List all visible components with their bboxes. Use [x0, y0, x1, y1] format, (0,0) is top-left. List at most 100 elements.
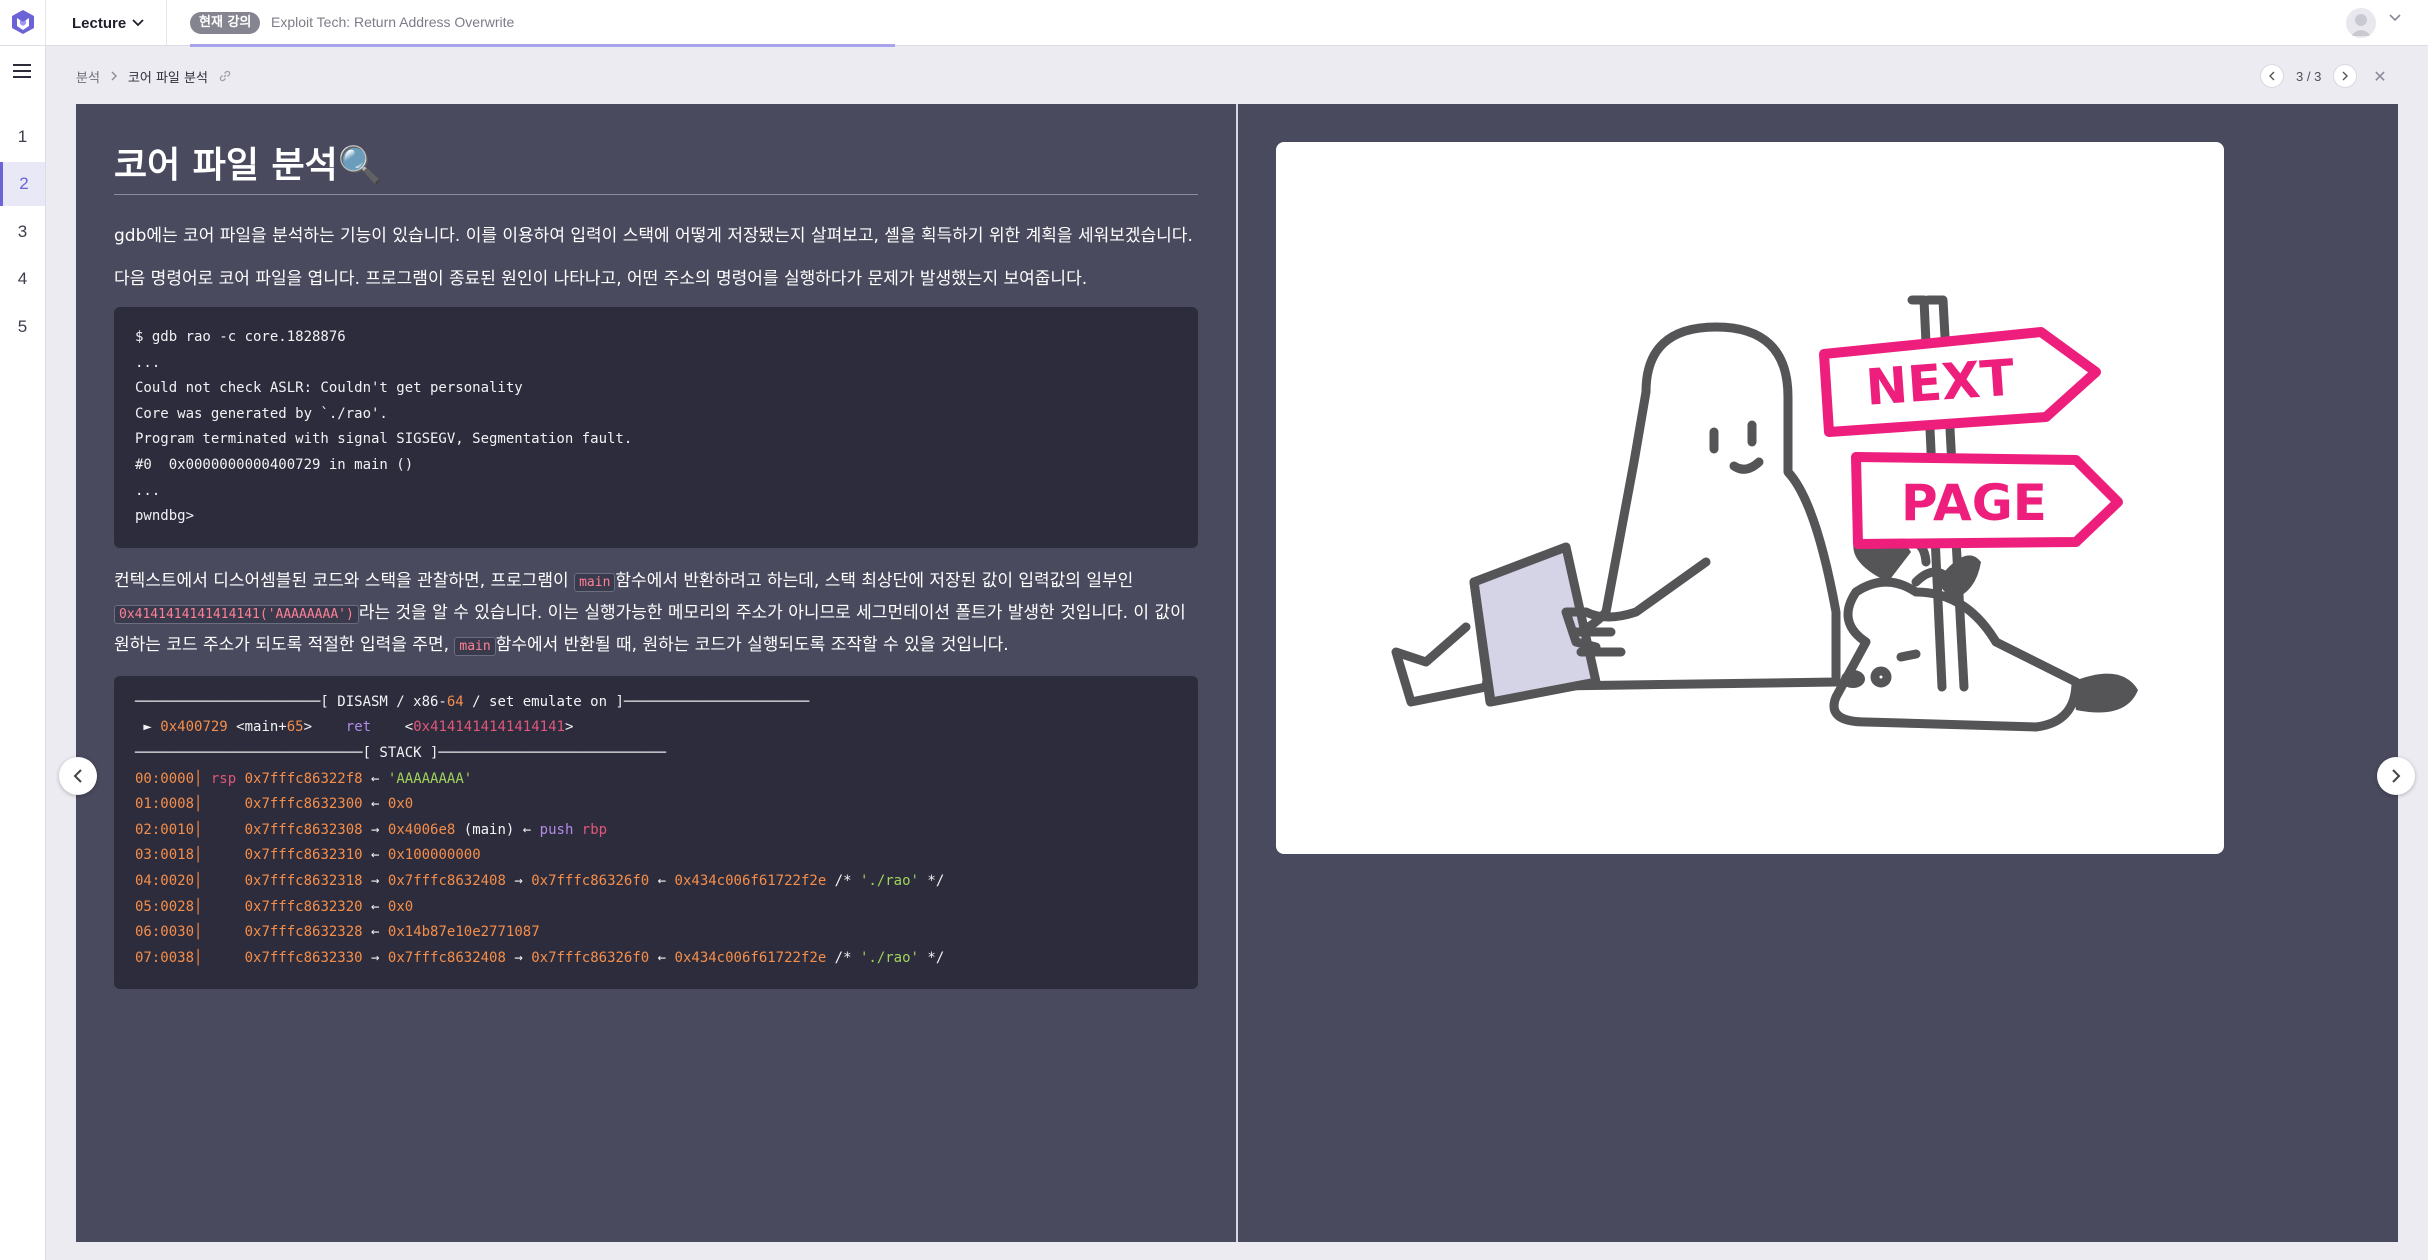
stack-index: 06:0030│ — [135, 924, 203, 941]
stack-chain-part: 0x7fffc86326f0 — [531, 949, 650, 966]
stack-index: 00:0000│ — [135, 770, 203, 787]
stack-row: 02:0010│ 0x7fffc8632308 → 0x4006e8 (main… — [135, 818, 1177, 844]
breadcrumb-parent[interactable]: 분석 — [76, 67, 100, 86]
stack-chain-part: ← — [649, 949, 675, 966]
stack-chain-part: rbp — [573, 821, 608, 838]
stack-chain-part: */ — [918, 872, 945, 889]
slide-image-panel: NEXT PAGE — [1238, 104, 2415, 1242]
code-block-gdb[interactable]: $ gdb rao -c core.1828876 ... Could not … — [114, 307, 1198, 548]
stack-arrow: → — [362, 821, 388, 838]
stack-arrow: ← — [362, 770, 388, 787]
lecture-progress-bar — [190, 44, 895, 47]
link-icon[interactable] — [218, 69, 232, 83]
instruction-address: 0x400729 — [160, 719, 228, 736]
stack-row: 03:0018│ 0x7fffc8632310 ← 0x100000000 — [135, 843, 1177, 869]
topbar-divider — [166, 0, 167, 45]
chevron-down-icon — [132, 19, 144, 27]
return-target: 0x4141414141414141 — [413, 719, 565, 736]
current-instruction-marker: ► — [135, 719, 161, 736]
opcode: ret — [345, 719, 372, 736]
chapter-sidebar: 1 2 3 4 5 — [0, 46, 46, 1260]
stack-chain-part: push — [539, 821, 574, 838]
close-icon[interactable]: ✕ — [2373, 67, 2386, 86]
operand: > — [564, 719, 574, 736]
stack-register — [202, 924, 244, 940]
slide-title: 코어 파일 분석🔍 — [114, 145, 383, 186]
stack-address: 0x7fffc8632330 — [244, 949, 363, 966]
breadcrumb: 분석 코어 파일 분석 — [76, 67, 232, 86]
topbar-divider — [45, 0, 46, 45]
stack-arrow: ← — [362, 898, 388, 915]
code-block-pwndbg-context[interactable]: ──────────────────────[ DISASM / x86-64 … — [114, 675, 1198, 990]
prev-page-button[interactable] — [59, 757, 97, 795]
stack-index: 05:0028│ — [135, 898, 203, 915]
stack-arrow: ← — [362, 796, 388, 813]
next-sign-text: NEXT — [1864, 349, 2016, 417]
stack-index: 02:0010│ — [135, 821, 203, 838]
stack-chain-part: /* — [826, 949, 860, 966]
inline-code: main — [574, 572, 616, 592]
symbol-offset: 65 — [286, 719, 304, 736]
chevron-down-icon[interactable] — [2389, 14, 2401, 22]
chevron-right-icon — [2392, 769, 2401, 783]
hamburger-menu-icon[interactable] — [13, 64, 31, 78]
stack-row: 04:0020│ 0x7fffc8632318 → 0x7fffc8632408… — [135, 869, 1177, 895]
stack-rows: 00:0000│ rsp 0x7fffc86322f8 ← 'AAAAAAAA'… — [135, 767, 1177, 972]
page-sign-text: PAGE — [1901, 474, 2047, 532]
stack-chain-part: /* — [826, 872, 860, 889]
chapter-item-4[interactable]: 4 — [0, 257, 45, 301]
code-line: Core was generated by `./rao'. — [135, 405, 388, 422]
lecture-menu-button[interactable]: Lecture — [72, 12, 144, 34]
stack-chain-part: ← — [514, 821, 540, 838]
code-line: ... — [135, 354, 161, 371]
chevron-right-icon — [2342, 71, 2349, 81]
code-line: ... — [135, 482, 161, 499]
stack-arrow: ← — [362, 924, 388, 941]
stack-value: 0x14b87e10e2771087 — [387, 924, 540, 941]
stack-value: 0x100000000 — [387, 847, 481, 864]
symbol: <main+ — [227, 719, 287, 736]
top-bar: Lecture 현재 강의 Exploit Tech: Return Addre… — [0, 0, 2428, 47]
chapter-item-2[interactable]: 2 — [0, 162, 45, 206]
stack-register — [202, 796, 244, 812]
stack-value: 0x4006e8 — [387, 821, 456, 838]
slide-pager: 3 / 3 ✕ — [2260, 62, 2387, 90]
stack-chain-part: './rao' — [859, 872, 919, 889]
header-text: ──────────────────────[ DISASM / x86- — [135, 693, 447, 710]
stack-header: ───────────────────────────[ STACK ]────… — [135, 744, 667, 761]
next-slide-button[interactable] — [2333, 64, 2358, 88]
chevron-left-icon — [73, 769, 82, 783]
stack-chain-part: */ — [918, 949, 945, 966]
stack-value: 'AAAAAAAA' — [387, 770, 473, 787]
next-page-button[interactable] — [2377, 757, 2415, 795]
dreamhack-logo-icon[interactable] — [8, 7, 38, 37]
text-span: 함수에서 반환하려고 하는데, 스택 최상단에 저장된 값이 입력값의 일부인 — [615, 570, 1134, 591]
chapter-item-3[interactable]: 3 — [0, 210, 45, 254]
stack-register — [202, 873, 244, 889]
stack-row: 00:0000│ rsp 0x7fffc86322f8 ← 'AAAAAAAA' — [135, 767, 1177, 793]
prev-slide-button[interactable] — [2260, 64, 2284, 88]
stack-address: 0x7fffc8632310 — [244, 847, 363, 864]
chapter-item-5[interactable]: 5 — [0, 305, 45, 349]
stack-address: 0x7fffc8632320 — [244, 898, 363, 915]
stack-value: 0x7fffc8632408 — [387, 949, 506, 966]
stack-chain-part: './rao' — [859, 949, 919, 966]
stack-register: rsp — [202, 770, 245, 787]
inline-code: main — [454, 636, 496, 656]
stack-value: 0x0 — [387, 898, 414, 915]
stack-register — [202, 899, 244, 915]
lecture-menu-label: Lecture — [72, 14, 127, 32]
slide-counter: 3 / 3 — [2296, 68, 2322, 84]
stack-arrow: → — [362, 949, 388, 966]
chapter-item-1[interactable]: 1 — [0, 115, 45, 159]
inline-code: 0x4141414141414141('AAAAAAAA') — [114, 604, 359, 624]
user-avatar[interactable] — [2346, 8, 2376, 38]
chevron-right-icon — [111, 71, 117, 81]
stack-address: 0x7fffc8632308 — [244, 821, 363, 838]
stack-row: 01:0008│ 0x7fffc8632300 ← 0x0 — [135, 792, 1177, 818]
code-line: #0 0x0000000000400729 in main () — [135, 456, 414, 473]
stack-address: 0x7fffc8632328 — [244, 924, 363, 941]
stack-row: 06:0030│ 0x7fffc8632328 ← 0x14b87e10e277… — [135, 920, 1177, 946]
text-span: 컨텍스트에서 디스어셈블된 코드와 스택을 관찰하면, 프로그램이 — [114, 570, 575, 591]
stack-address: 0x7fffc8632300 — [244, 796, 363, 813]
